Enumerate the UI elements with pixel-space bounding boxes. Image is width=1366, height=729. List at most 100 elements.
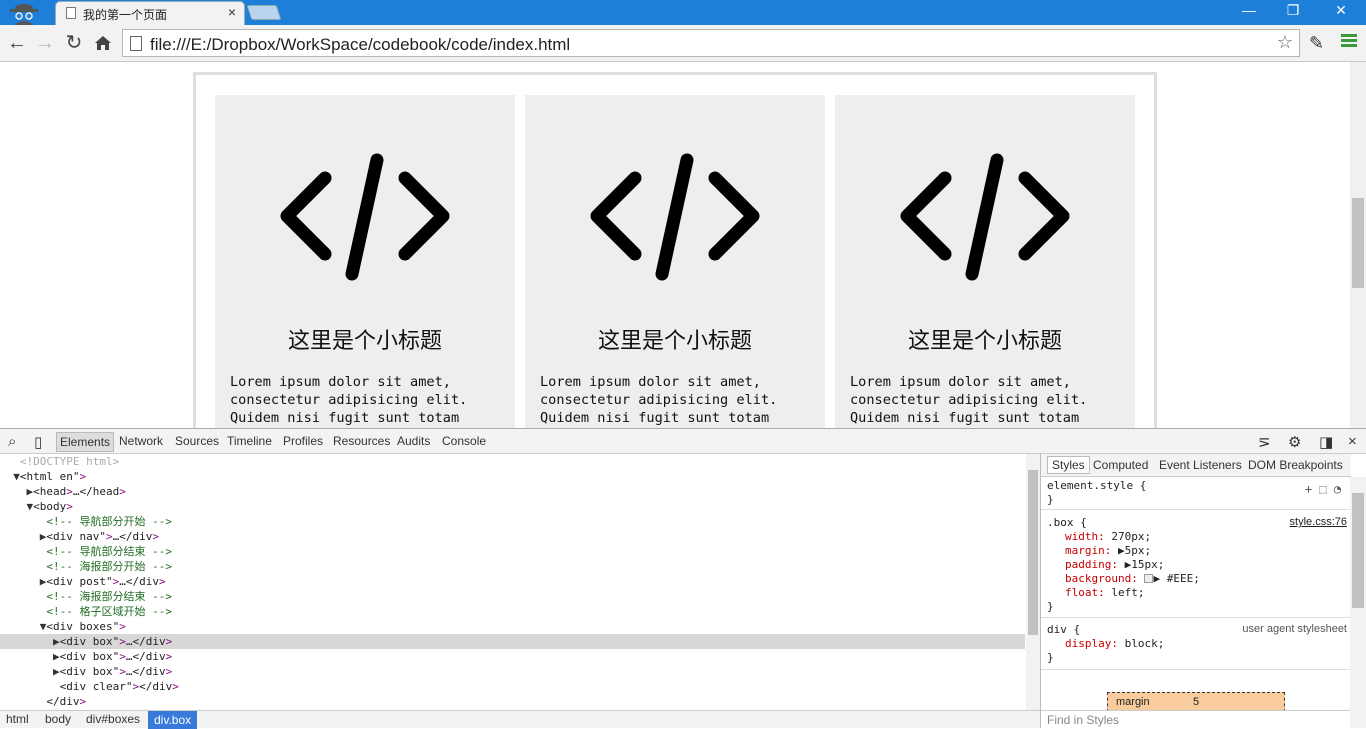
dom-node-text: <body>: [33, 500, 73, 513]
dom-node-text: <div box">…</div>: [59, 635, 173, 648]
devtools-toolbar: ⌕ ▯ Elements Network Sources Timeline Pr…: [0, 428, 1366, 454]
tab-audits[interactable]: Audits: [397, 434, 430, 448]
dom-node-text: </div>: [46, 695, 87, 708]
close-window-button[interactable]: ✕: [1318, 0, 1364, 22]
dom-tree-line[interactable]: ▶<head>…</head>: [0, 484, 1025, 499]
dom-tree-line[interactable]: ▶<div box">…</div>: [0, 649, 1025, 664]
reload-icon: ↻: [65, 32, 83, 54]
dom-tree-line[interactable]: </div>: [0, 694, 1025, 709]
dom-node-text: <head>…</head>: [33, 485, 126, 498]
css-property[interactable]: margin: ▶5px;: [1047, 544, 1351, 558]
div-style-rule: div { user agent stylesheet display: blo…: [1041, 622, 1351, 670]
css-property[interactable]: width: 270px;: [1047, 530, 1351, 544]
breadcrumb-html[interactable]: html: [6, 712, 29, 726]
page-viewport: 这里是个小标题 Lorem ipsum dolor sit amet, cons…: [0, 62, 1350, 428]
find-in-styles-input[interactable]: Find in Styles: [1041, 710, 1351, 728]
dom-tree-line[interactable]: ▼<html en">: [0, 469, 1025, 484]
page-icon: [66, 7, 76, 19]
breadcrumb-div-box[interactable]: div.box: [148, 711, 198, 729]
tab-close-button[interactable]: ×: [228, 4, 236, 20]
scrollbar-thumb[interactable]: [1028, 470, 1038, 635]
dom-tree-line[interactable]: <!-- 格子区域开始 -->: [0, 604, 1025, 619]
forward-arrow-icon: →: [35, 32, 55, 54]
tab-event-listeners[interactable]: Event Listeners: [1159, 458, 1242, 472]
tab-sources[interactable]: Sources: [175, 434, 219, 448]
tab-profiles[interactable]: Profiles: [283, 434, 323, 448]
box-text-line: Quidem nisi fugit sunt totam: [230, 410, 460, 426]
search-icon[interactable]: ⌕: [8, 433, 16, 450]
bookmark-star-icon[interactable]: ☆: [1277, 32, 1293, 53]
code-icon: [900, 153, 1070, 281]
tab-dom-breakpoints[interactable]: DOM Breakpoints: [1248, 458, 1343, 472]
tab-resources[interactable]: Resources: [333, 434, 390, 448]
dom-tree-line[interactable]: ▶<div post">…</div>: [0, 574, 1025, 589]
extension-icon[interactable]: ✎: [1309, 33, 1324, 54]
back-button[interactable]: ←: [4, 29, 30, 57]
dom-tree-line[interactable]: <!DOCTYPE html>: [0, 454, 1025, 469]
dom-tree-line[interactable]: ▼<body>: [0, 499, 1025, 514]
tab-network[interactable]: Network: [119, 434, 163, 448]
maximize-button[interactable]: ❐: [1270, 0, 1316, 22]
page-scrollbar[interactable]: [1350, 62, 1366, 428]
box-text-line: Lorem ipsum dolor sit amet,: [540, 374, 761, 390]
address-bar[interactable]: file:///E:/Dropbox/WorkSpace/codebook/co…: [122, 29, 1300, 57]
url-text: file:///E:/Dropbox/WorkSpace/codebook/co…: [150, 35, 571, 54]
tab-elements[interactable]: Elements: [56, 432, 115, 452]
breadcrumb-body[interactable]: body: [45, 712, 71, 726]
device-mode-icon[interactable]: ▯: [34, 433, 42, 451]
dom-tree-line[interactable]: ▶<div nav">…</div>: [0, 529, 1025, 544]
box-text-line: Lorem ipsum dolor sit amet,: [850, 374, 1071, 390]
breadcrumb-div-boxes[interactable]: div#boxes: [86, 712, 140, 726]
minimize-button[interactable]: —: [1226, 0, 1272, 22]
css-property[interactable]: display: block;: [1047, 637, 1351, 651]
expand-down-icon[interactable]: ▼: [13, 470, 20, 483]
box-text: Lorem ipsum dolor sit amet, consectetur …: [540, 373, 810, 427]
reload-button[interactable]: ↻: [61, 29, 87, 57]
styles-scrollbar[interactable]: [1350, 477, 1366, 728]
dom-node-text: <!-- 导航部分结束 -->: [46, 545, 172, 558]
forward-button[interactable]: →: [32, 29, 58, 57]
dom-tree-line[interactable]: <!-- 导航部分结束 -->: [0, 544, 1025, 559]
tab-styles[interactable]: Styles: [1047, 456, 1090, 474]
dom-tree-line[interactable]: <!-- 海报部分开始 -->: [0, 559, 1025, 574]
css-property[interactable]: padding: ▶15px;: [1047, 558, 1351, 572]
dom-tree-line[interactable]: ▶<div box">…</div>: [0, 664, 1025, 679]
dom-tree-line[interactable]: <!-- 海报部分结束 -->: [0, 589, 1025, 604]
expand-right-icon[interactable]: ▶: [53, 650, 60, 663]
back-arrow-icon: ←: [7, 32, 27, 54]
chrome-menu-button[interactable]: [1341, 34, 1357, 50]
new-rule-icon[interactable]: + ⬚ ◔: [1305, 482, 1341, 496]
title-bar: 我的第一个页面 × — ❐ ✕: [0, 0, 1366, 25]
expand-right-icon[interactable]: ▶: [53, 665, 60, 678]
browser-tab[interactable]: 我的第一个页面 ×: [55, 1, 245, 25]
close-icon[interactable]: ×: [1348, 433, 1357, 450]
gear-icon[interactable]: ⚙: [1288, 433, 1301, 451]
scrollbar-thumb[interactable]: [1352, 198, 1364, 288]
dom-node-text: <div boxes">: [46, 620, 126, 633]
dom-tree-scrollbar[interactable]: [1026, 454, 1040, 710]
expand-right-icon[interactable]: ▶: [53, 635, 60, 648]
scrollbar-thumb[interactable]: [1352, 493, 1364, 608]
dock-side-icon[interactable]: ◨: [1319, 433, 1333, 451]
css-property[interactable]: float: left;: [1047, 586, 1351, 600]
boxes-container: 这里是个小标题 Lorem ipsum dolor sit amet, cons…: [193, 72, 1157, 428]
browser-toolbar: ← → ↻ file:///E:/Dropbox/WorkSpace/codeb…: [0, 25, 1366, 62]
dom-node-text: <div box">…</div>: [59, 650, 173, 663]
dom-node-text: <!-- 格子区域开始 -->: [46, 605, 172, 618]
dom-node-text: <!DOCTYPE html>: [19, 455, 120, 468]
dom-tree-line[interactable]: ▼<div boxes">: [0, 619, 1025, 634]
dom-tree-line[interactable]: ▶<div box">…</div>: [0, 634, 1025, 649]
new-tab-button[interactable]: [246, 5, 282, 20]
style-source-link[interactable]: style.css:76: [1290, 515, 1347, 529]
box-text: Lorem ipsum dolor sit amet, consectetur …: [850, 373, 1120, 427]
tab-console[interactable]: Console: [442, 434, 486, 448]
css-property[interactable]: background: ▶ #EEE;: [1047, 572, 1351, 586]
tab-computed[interactable]: Computed: [1093, 458, 1148, 472]
box-text-line: Quidem nisi fugit sunt totam: [850, 410, 1080, 426]
dom-tree-line[interactable]: <div clear"></div>: [0, 679, 1025, 694]
home-button[interactable]: [90, 29, 116, 57]
dom-tree-line[interactable]: <!-- 导航部分开始 -->: [0, 514, 1025, 529]
tab-timeline[interactable]: Timeline: [227, 434, 272, 448]
drawer-icon[interactable]: ⋝: [1258, 433, 1271, 451]
